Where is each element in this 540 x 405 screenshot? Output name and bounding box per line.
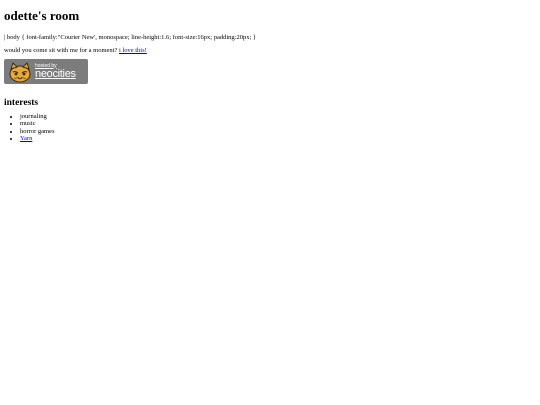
interests-list: journaling music horror games Yarn	[4, 113, 536, 143]
neocities-cat-icon	[9, 61, 31, 82]
list-item: music	[20, 120, 536, 128]
list-item: horror games	[20, 128, 536, 136]
i-love-this-link[interactable]: i love this!	[119, 47, 147, 54]
visit-line: would you come sit with me for a moment?…	[4, 47, 536, 54]
badge-neocities-text: neocities	[35, 67, 76, 80]
page-content: odette's room | body { font-family:"Cour…	[0, 0, 540, 143]
list-item: Yarn	[20, 135, 536, 143]
interests-heading: interests	[4, 97, 39, 108]
list-item: journaling	[20, 113, 536, 121]
css-code-text: | body { font-family:"Courier New', mono…	[4, 34, 256, 41]
badge-text: hosted by neocities	[35, 63, 76, 80]
visit-prompt-text: would you come sit with me for a moment?	[4, 47, 118, 54]
hosted-by-neocities-badge[interactable]: hosted by neocities	[4, 59, 88, 84]
yarn-link[interactable]: Yarn	[20, 135, 32, 142]
page-title: odette's room	[4, 8, 80, 23]
